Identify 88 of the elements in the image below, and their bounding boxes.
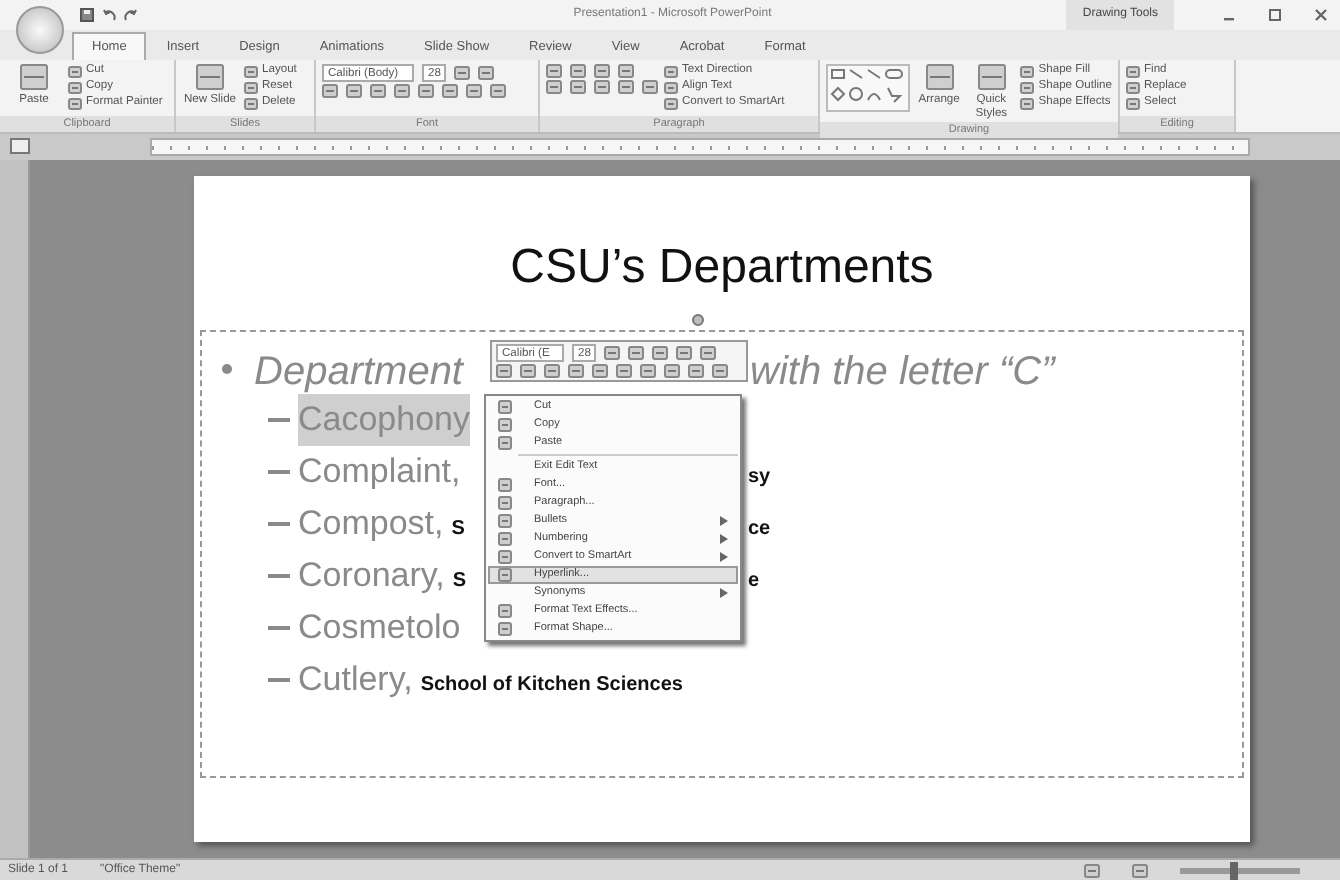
panel-toggle-icon[interactable] bbox=[10, 138, 30, 154]
tile-icon bbox=[652, 346, 669, 360]
bullet-text: Department bbox=[254, 348, 466, 398]
tile-icon bbox=[244, 81, 258, 93]
tile-icon bbox=[497, 604, 511, 618]
tile-icon bbox=[442, 84, 458, 98]
tile-icon bbox=[20, 64, 48, 90]
tile-icon bbox=[925, 64, 954, 90]
dash-icon bbox=[268, 626, 290, 630]
tile-icon bbox=[640, 364, 656, 378]
tile-icon bbox=[68, 97, 82, 109]
tile-icon bbox=[497, 400, 511, 414]
tile-icon bbox=[497, 514, 511, 528]
tile-icon bbox=[497, 418, 511, 432]
item-text: Complaint, bbox=[298, 450, 461, 494]
close-icon[interactable] bbox=[1314, 8, 1328, 22]
tile-icon bbox=[977, 64, 1006, 90]
tile-icon bbox=[664, 364, 680, 378]
save-icon[interactable] bbox=[80, 8, 94, 22]
dash-icon bbox=[268, 574, 290, 578]
tile-icon bbox=[628, 346, 645, 360]
item-note: School of Kitchen Sciences bbox=[420, 672, 683, 700]
tile-icon bbox=[478, 66, 495, 80]
shapes-gallery[interactable] bbox=[826, 64, 910, 112]
tile-icon bbox=[1126, 97, 1140, 109]
tile-icon bbox=[1020, 97, 1035, 109]
tile-icon bbox=[394, 84, 410, 98]
tile-icon bbox=[1020, 81, 1035, 93]
tile-icon bbox=[568, 364, 584, 378]
tile-icon bbox=[346, 84, 362, 98]
rotation-handle[interactable] bbox=[692, 314, 704, 326]
item-text: Compost, bbox=[298, 502, 444, 546]
dash-icon bbox=[268, 470, 290, 474]
tile-icon bbox=[642, 80, 658, 94]
tile-icon bbox=[497, 478, 511, 492]
tile-icon bbox=[68, 65, 82, 77]
tile-icon bbox=[664, 65, 678, 77]
item-text: Cutlery, bbox=[298, 658, 413, 702]
undo-icon[interactable] bbox=[102, 8, 116, 22]
tile-icon bbox=[497, 496, 511, 510]
tile-icon bbox=[497, 568, 511, 582]
bullet-icon bbox=[222, 363, 232, 373]
item-text: Cosmetolo bbox=[298, 606, 461, 650]
item-note: sy bbox=[748, 464, 771, 492]
item-note: e bbox=[748, 568, 760, 596]
tile-icon bbox=[68, 81, 82, 93]
tile-icon bbox=[592, 364, 608, 378]
tile-icon bbox=[497, 436, 511, 450]
tile-icon bbox=[688, 364, 704, 378]
item-note: ce bbox=[748, 516, 771, 544]
tile-icon bbox=[604, 346, 621, 360]
tile-icon bbox=[244, 97, 258, 109]
item-note: S bbox=[452, 568, 467, 596]
tile-icon bbox=[520, 364, 536, 378]
maximize-icon[interactable] bbox=[1268, 8, 1282, 22]
dash-icon bbox=[268, 522, 290, 526]
tile-icon bbox=[454, 66, 471, 80]
tile-icon bbox=[664, 81, 678, 93]
tile-icon bbox=[466, 84, 482, 98]
tile-icon bbox=[490, 84, 506, 98]
tile-icon bbox=[370, 84, 386, 98]
tile-icon bbox=[496, 364, 512, 378]
tile-icon bbox=[1126, 81, 1140, 93]
tile-icon bbox=[418, 84, 434, 98]
item-text: Cacophony bbox=[298, 394, 471, 445]
tile-icon bbox=[497, 532, 511, 546]
dash-icon bbox=[268, 678, 290, 682]
tile-icon bbox=[244, 65, 258, 77]
tile-icon bbox=[1020, 65, 1035, 77]
slide-title: CSU’s Departments bbox=[508, 238, 936, 298]
tile-icon bbox=[616, 364, 632, 378]
bullet-text: with the letter “C” bbox=[750, 348, 1055, 398]
tile-icon bbox=[544, 364, 560, 378]
tile-icon bbox=[712, 364, 728, 378]
tile-icon bbox=[676, 346, 693, 360]
tile-icon bbox=[1126, 65, 1140, 77]
tile-icon bbox=[664, 97, 678, 109]
dash-icon bbox=[268, 418, 290, 422]
redo-icon[interactable] bbox=[124, 8, 138, 22]
item-note: S bbox=[451, 516, 465, 544]
zoom-slider[interactable] bbox=[1180, 868, 1300, 874]
item-text: Coronary, bbox=[298, 554, 445, 598]
tile-icon bbox=[196, 64, 224, 90]
tile-icon bbox=[322, 84, 338, 98]
slider-thumb[interactable] bbox=[1230, 862, 1238, 880]
tile-icon bbox=[700, 346, 717, 360]
tile-icon bbox=[497, 550, 511, 564]
tile-icon bbox=[497, 622, 511, 636]
